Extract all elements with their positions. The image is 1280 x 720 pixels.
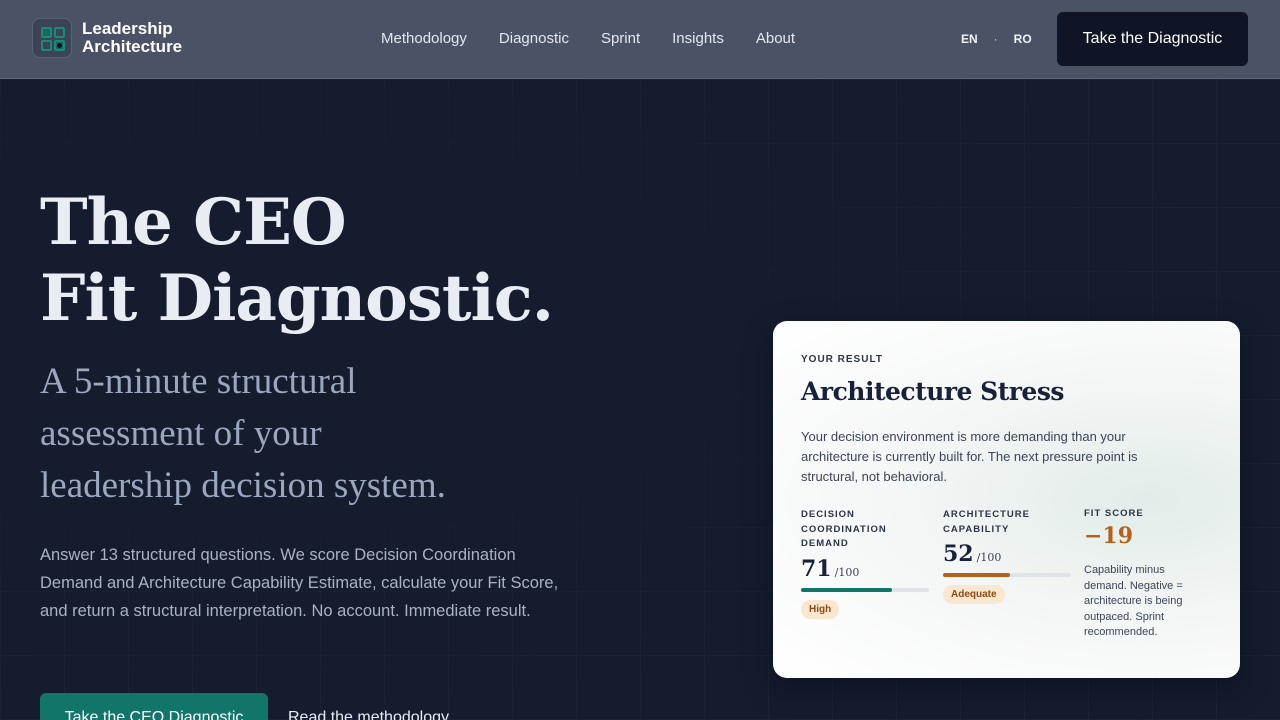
hero-title-line-2: Fit Diagnostic. xyxy=(40,261,554,336)
result-card: YOUR RESULT Architecture Stress Your dec… xyxy=(773,321,1240,678)
metric-max: /100 xyxy=(976,551,1002,564)
brand-name: Leadership Architecture xyxy=(82,20,182,56)
hero-body: Answer 13 structured questions. We score… xyxy=(40,546,559,620)
metric-demand: DECISION COORDINATION DEMAND 71/100 High xyxy=(801,508,931,619)
hero-title-line-1: The CEO xyxy=(40,185,347,260)
metric-label: ARCHITECTURE CAPABILITY xyxy=(943,509,1030,535)
metric-max: /100 xyxy=(834,565,860,579)
metric-number: 52 xyxy=(943,541,974,567)
site-header: Leadership Architecture Methodology Diag… xyxy=(0,0,1280,79)
fit-label: FIT SCORE xyxy=(1084,508,1144,519)
metric-number: 71 xyxy=(801,555,832,582)
brand-line-2: Architecture xyxy=(82,37,183,56)
result-description: Your decision environment is more demand… xyxy=(801,429,1138,484)
hero-subtitle-line-2: assessment of your xyxy=(40,413,322,454)
lang-ro[interactable]: RO xyxy=(1014,32,1032,46)
hero-subtitle-line-3: leadership decision system. xyxy=(40,465,446,506)
nav-sprint[interactable]: Sprint xyxy=(601,30,640,47)
result-title: Architecture Stress xyxy=(801,377,1064,406)
language-switcher: EN · RO xyxy=(961,32,1032,46)
metric-capability: ARCHITECTURE CAPABILITY 52/100 Adequate xyxy=(943,508,1073,604)
fit-value: −19 xyxy=(1084,523,1134,549)
take-ceo-diagnostic-button[interactable]: Take the CEO Diagnostic xyxy=(40,693,268,720)
metric-badge: Adequate xyxy=(943,585,1005,604)
nav-diagnostic[interactable]: Diagnostic xyxy=(499,30,569,47)
metric-bar-fill xyxy=(801,587,892,592)
fit-note: Capability minus demand. Negative = arch… xyxy=(1084,564,1183,638)
metric-label: DECISION COORDINATION DEMAND xyxy=(801,509,887,549)
result-eyebrow: YOUR RESULT xyxy=(801,354,883,365)
brand-line-1: Leadership xyxy=(82,19,173,38)
metric-bar-fill xyxy=(943,573,1010,577)
hero-title: The CEO Fit Diagnostic. xyxy=(40,185,554,337)
nav-methodology[interactable]: Methodology xyxy=(381,30,467,47)
brand-logo[interactable]: Leadership Architecture xyxy=(32,18,182,58)
logo-mark-icon xyxy=(32,18,72,58)
nav-insights[interactable]: Insights xyxy=(672,30,724,47)
metric-value: 71/100 xyxy=(801,556,931,582)
nav-about[interactable]: About xyxy=(756,30,795,47)
take-diagnostic-button[interactable]: Take the Diagnostic xyxy=(1057,12,1248,66)
fit-score: FIT SCORE −19 Capability minus demand. N… xyxy=(1084,508,1224,641)
metric-badge: High xyxy=(801,599,840,619)
lang-en[interactable]: EN xyxy=(961,32,978,46)
metric-value: 52/100 xyxy=(943,541,1073,567)
main-nav: Methodology Diagnostic Sprint Insights A… xyxy=(381,30,827,47)
hero-subtitle: A 5-minute structural assessment of your… xyxy=(40,356,600,512)
hero-subtitle-line-1: A 5-minute structural xyxy=(40,361,357,402)
metric-bar xyxy=(943,573,1071,577)
read-methodology-link[interactable]: Read the methodology xyxy=(288,709,449,720)
lang-separator: · xyxy=(993,32,998,46)
metric-bar xyxy=(801,587,929,592)
